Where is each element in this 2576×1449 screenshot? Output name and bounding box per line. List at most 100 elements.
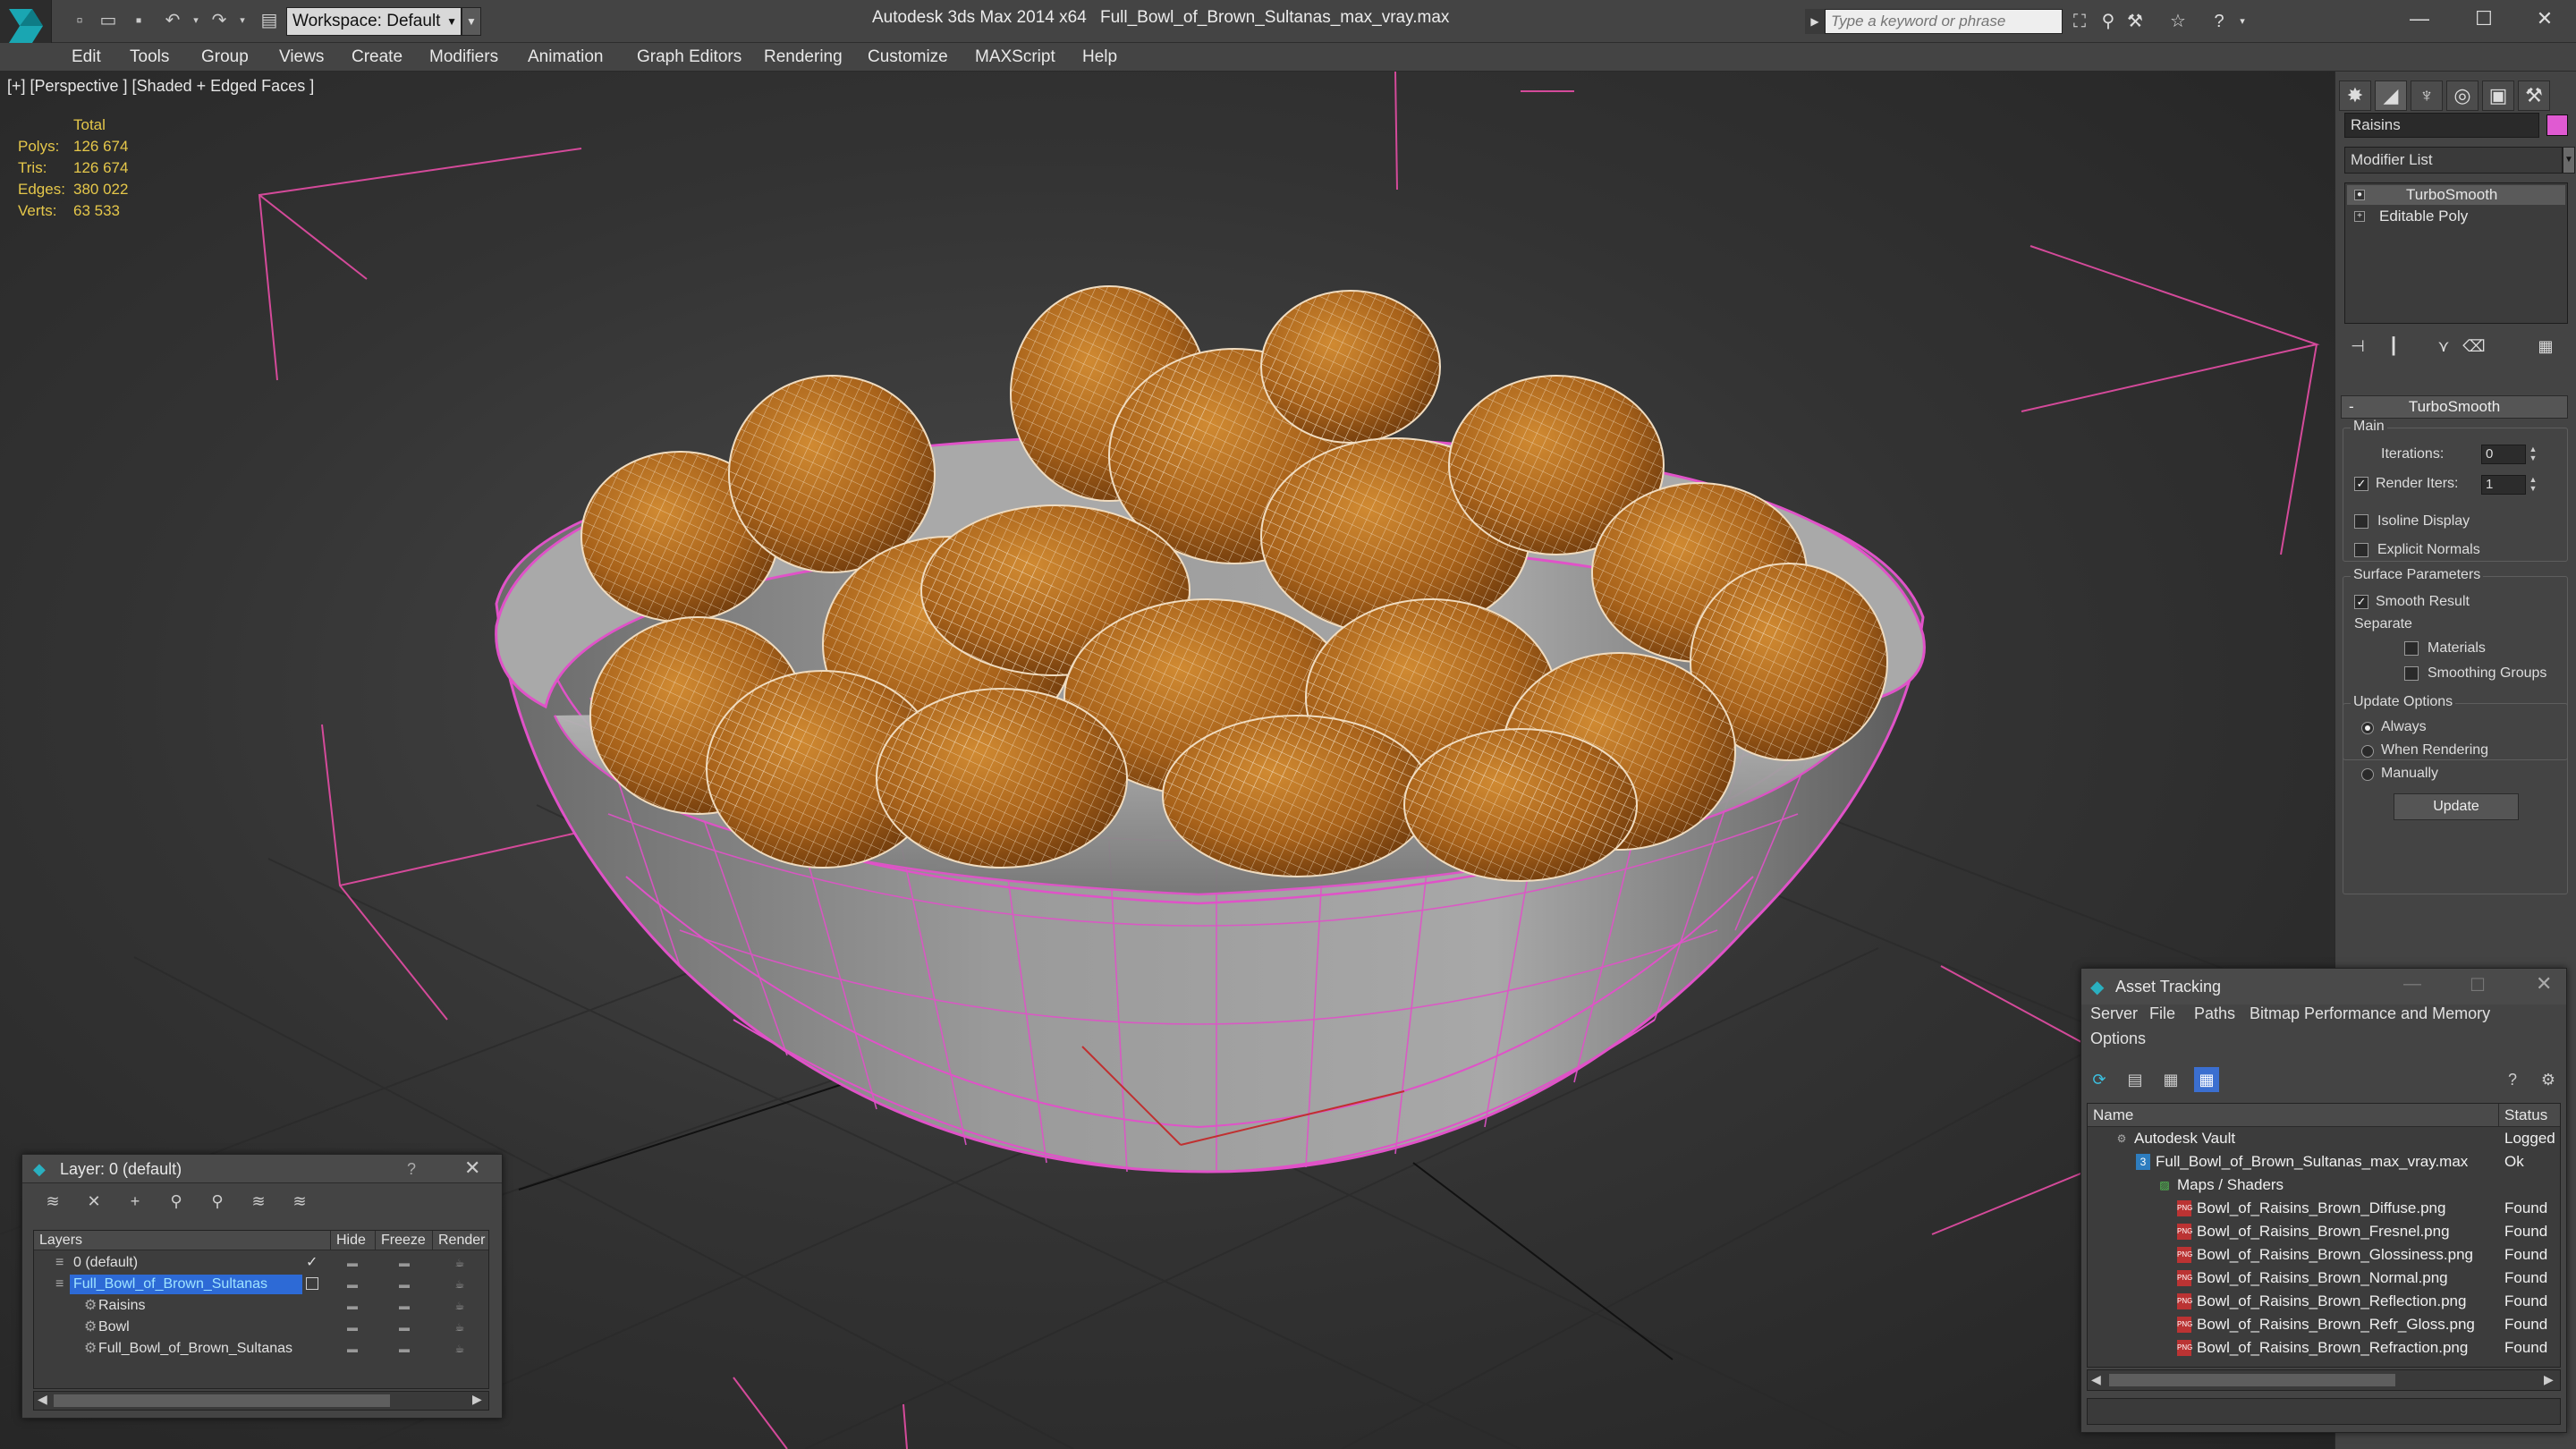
horizontal-scrollbar[interactable]: ◀ ▶ — [33, 1391, 489, 1411]
search-input[interactable] — [1825, 9, 2063, 34]
col-header-name[interactable]: Name — [2088, 1104, 2499, 1127]
undo-icon[interactable]: ↶ — [161, 9, 184, 32]
lightbulb-icon[interactable]: ● — [2354, 190, 2365, 200]
asset-menu-server[interactable]: Server — [2090, 1004, 2138, 1023]
spinner-arrows-icon[interactable]: ▲ ▼ — [2528, 445, 2538, 464]
turbosmooth-rollout-header[interactable]: - TurboSmooth — [2341, 395, 2568, 419]
iterations-spinner[interactable]: 0 — [2481, 445, 2526, 464]
refresh-icon[interactable]: ⟳ — [2087, 1067, 2112, 1092]
menu-edit[interactable]: Edit — [72, 46, 101, 69]
scroll-right-icon[interactable]: ▶ — [472, 1392, 482, 1407]
communication-center-icon[interactable]: ⚲ — [2097, 11, 2120, 34]
when-rendering-radio[interactable] — [2361, 745, 2374, 758]
col-header-layers[interactable]: Layers — [34, 1231, 331, 1250]
asset-menu-options[interactable]: Options — [2090, 1030, 2146, 1048]
list-view-icon[interactable]: ▤ — [2123, 1067, 2148, 1092]
asset-row[interactable]: PNG Bowl_of_Raisins_Brown_Refraction.png… — [2088, 1336, 2560, 1360]
show-end-result-icon[interactable]: ┃ — [2380, 333, 2407, 360]
minimize-icon[interactable]: — — [2386, 0, 2453, 39]
col-header-status[interactable]: Status — [2499, 1104, 2560, 1127]
freeze-toggle[interactable]: ▬ — [395, 1317, 413, 1338]
asset-menu-file[interactable]: File — [2149, 1004, 2175, 1023]
configure-modifier-sets-icon[interactable]: ▦ — [2532, 333, 2559, 360]
project-folder-icon[interactable]: ▤ — [258, 9, 281, 32]
hide-toggle[interactable]: ▬ — [343, 1295, 361, 1317]
search-expand-icon[interactable]: ▶ — [1805, 9, 1825, 34]
display-tab-icon[interactable]: ▣ — [2482, 80, 2514, 111]
object-name-field[interactable] — [2344, 113, 2539, 138]
render-teapot-icon[interactable]: ☕ — [451, 1317, 469, 1338]
layer-dialog-titlebar[interactable]: ◆ Layer: 0 (default) ? ✕ — [22, 1155, 502, 1183]
create-layer-icon[interactable]: ≋ — [40, 1189, 65, 1214]
modify-tab-icon[interactable]: ◢ — [2375, 80, 2407, 111]
settings-icon[interactable]: ⚙ — [2536, 1067, 2561, 1092]
manually-radio[interactable] — [2361, 768, 2374, 781]
favorites-star-icon[interactable]: ☆ — [2166, 11, 2190, 34]
subscription-icon[interactable]: ⚒ — [2123, 11, 2147, 34]
asset-row[interactable]: PNG Bowl_of_Raisins_Brown_Diffuse.png Fo… — [2088, 1197, 2560, 1220]
stack-item-editable-poly[interactable]: + Editable Poly — [2347, 207, 2565, 226]
layer-object-row[interactable]: ⚙ Full_Bowl_of_Brown_Sultanas ▬ ▬ ☕ — [34, 1338, 488, 1360]
utilities-tab-icon[interactable]: ⚒ — [2518, 80, 2550, 111]
asset-path-field[interactable] — [2087, 1398, 2561, 1425]
undo-dropdown-icon[interactable]: ▾ — [184, 9, 208, 32]
always-radio[interactable] — [2361, 722, 2374, 734]
col-header-freeze[interactable]: Freeze — [376, 1231, 433, 1250]
modifier-list-dropdown[interactable]: Modifier List — [2344, 147, 2563, 174]
hide-toggle[interactable]: ▬ — [343, 1338, 361, 1360]
render-teapot-icon[interactable]: ☕ — [451, 1295, 469, 1317]
render-teapot-icon[interactable]: ☕ — [451, 1274, 469, 1295]
menu-maxscript[interactable]: MAXScript — [975, 46, 1055, 69]
menu-modifiers[interactable]: Modifiers — [429, 46, 498, 69]
help-icon[interactable]: ? — [2500, 1067, 2525, 1092]
hierarchy-tab-icon[interactable]: ♆ — [2411, 80, 2443, 111]
freeze-toggle[interactable]: ▬ — [395, 1295, 413, 1317]
create-tab-sun-icon[interactable]: ✸ — [2339, 80, 2371, 111]
menu-rendering[interactable]: Rendering — [764, 46, 843, 69]
save-icon[interactable]: ▪ — [127, 9, 150, 32]
make-unique-icon[interactable]: ⋎ — [2430, 333, 2457, 360]
menu-graph-editors[interactable]: Graph Editors — [637, 46, 741, 69]
redo-dropdown-icon[interactable]: ▾ — [231, 9, 254, 32]
smooth-result-checkbox[interactable]: ✓ — [2354, 595, 2368, 609]
asset-row[interactable]: PNG Bowl_of_Raisins_Brown_Reflection.png… — [2088, 1290, 2560, 1313]
menu-group[interactable]: Group — [201, 46, 249, 69]
hide-toggle[interactable]: ▬ — [343, 1274, 361, 1295]
stack-item-turbosmooth[interactable]: ● TurboSmooth — [2347, 185, 2565, 205]
set-current-box[interactable] — [306, 1277, 318, 1290]
menu-tools[interactable]: Tools — [130, 46, 169, 69]
grid-view-icon[interactable]: ▦ — [2194, 1067, 2219, 1092]
freeze-toggle[interactable]: ▬ — [395, 1274, 413, 1295]
open-file-icon[interactable]: ▭ — [97, 9, 120, 32]
expand-plus-icon[interactable]: + — [2354, 211, 2365, 222]
hide-toggle[interactable]: ▬ — [343, 1317, 361, 1338]
minimize-icon[interactable]: — — [2403, 974, 2421, 995]
menu-create[interactable]: Create — [352, 46, 402, 69]
isoline-display-checkbox[interactable] — [2354, 514, 2368, 529]
chevron-down-icon[interactable]: ▼ — [2563, 147, 2575, 174]
workspace-dropdown[interactable]: Workspace: Default ▼ — [286, 7, 462, 36]
pin-stack-icon[interactable]: ⊣ — [2344, 333, 2371, 360]
scrollbar-thumb[interactable] — [2109, 1374, 2395, 1386]
select-objects-icon[interactable]: ⚲ — [164, 1189, 189, 1214]
asset-menu-paths[interactable]: Paths — [2194, 1004, 2235, 1023]
table-view-icon[interactable]: ▦ — [2158, 1067, 2183, 1092]
asset-row[interactable]: 3 Full_Bowl_of_Brown_Sultanas_max_vray.m… — [2088, 1150, 2560, 1174]
asset-row[interactable]: PNG Bowl_of_Raisins_Brown_Normal.png Fou… — [2088, 1267, 2560, 1290]
delete-layer-icon[interactable]: ✕ — [81, 1189, 106, 1214]
layer-row[interactable]: ≡ 0 (default) ✓ ▬ ▬ ☕ — [34, 1252, 488, 1274]
render-teapot-icon[interactable]: ☕ — [451, 1338, 469, 1360]
asset-row[interactable]: PNG Bowl_of_Raisins_Brown_Fresnel.png Fo… — [2088, 1220, 2560, 1243]
render-teapot-icon[interactable]: ☕ — [451, 1252, 469, 1274]
layer-row[interactable]: ≡ Full_Bowl_of_Brown_Sultanas ▬ ▬ ☕ — [34, 1274, 488, 1295]
render-iters-checkbox[interactable]: ✓ — [2354, 477, 2368, 491]
col-header-render[interactable]: Render — [433, 1231, 488, 1250]
explicit-normals-checkbox[interactable] — [2354, 543, 2368, 557]
scroll-right-icon[interactable]: ▶ — [2544, 1372, 2554, 1387]
redo-icon[interactable]: ↷ — [208, 9, 231, 32]
help-dropdown-icon[interactable]: ▾ — [2231, 11, 2254, 34]
col-header-hide[interactable]: Hide — [331, 1231, 376, 1250]
asset-row[interactable]: ▨ Maps / Shaders — [2088, 1174, 2560, 1197]
menu-animation[interactable]: Animation — [528, 46, 604, 69]
add-to-layer-icon[interactable]: + — [123, 1189, 148, 1214]
